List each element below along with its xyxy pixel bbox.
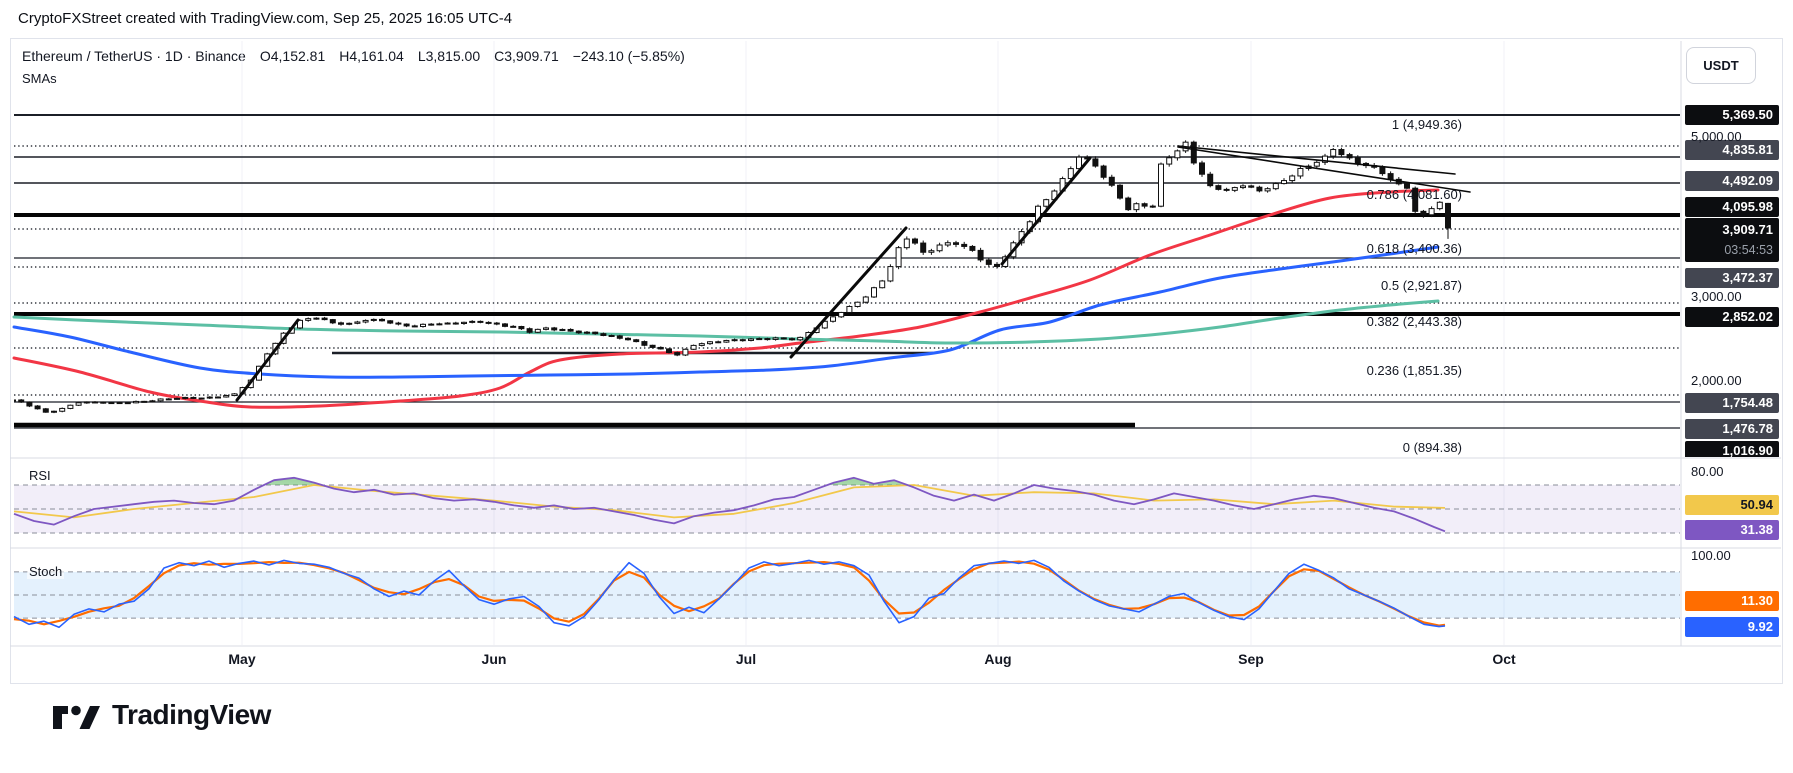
- rsi-pane-title[interactable]: RSI: [27, 468, 53, 483]
- time-axis-month-label[interactable]: Aug: [963, 651, 1033, 667]
- symbol-title: Ethereum / TetherUS · 1D · Binance: [22, 48, 246, 64]
- ohlc-low: L3,815.00: [418, 48, 480, 64]
- tradingview-logo-icon: [52, 698, 100, 732]
- ohlc-high: H4,161.04: [339, 48, 404, 64]
- tradingview-footer[interactable]: TradingView: [52, 698, 271, 732]
- time-axis-month-label[interactable]: Jul: [711, 651, 781, 667]
- currency-toggle-button[interactable]: USDT: [1686, 47, 1756, 84]
- stoch-pane-title[interactable]: Stoch: [27, 564, 64, 579]
- tradingview-wordmark: TradingView: [112, 699, 271, 731]
- time-axis-month-label[interactable]: Oct: [1469, 651, 1539, 667]
- time-axis-month-label[interactable]: Sep: [1216, 651, 1286, 667]
- symbol-info-row[interactable]: Ethereum / TetherUS · 1D · Binance O4,15…: [22, 48, 685, 64]
- watermark-headline: CryptoFXStreet created with TradingView.…: [18, 10, 512, 27]
- smas-legend-label[interactable]: SMAs: [22, 71, 57, 86]
- chart-card: [10, 38, 1783, 684]
- change-value: −243.10 (−5.85%): [573, 48, 685, 64]
- ohlc-open: O4,152.81: [260, 48, 325, 64]
- time-axis-month-label[interactable]: Jun: [459, 651, 529, 667]
- ohlc-close: C3,909.71: [494, 48, 559, 64]
- time-axis-month-label[interactable]: May: [207, 651, 277, 667]
